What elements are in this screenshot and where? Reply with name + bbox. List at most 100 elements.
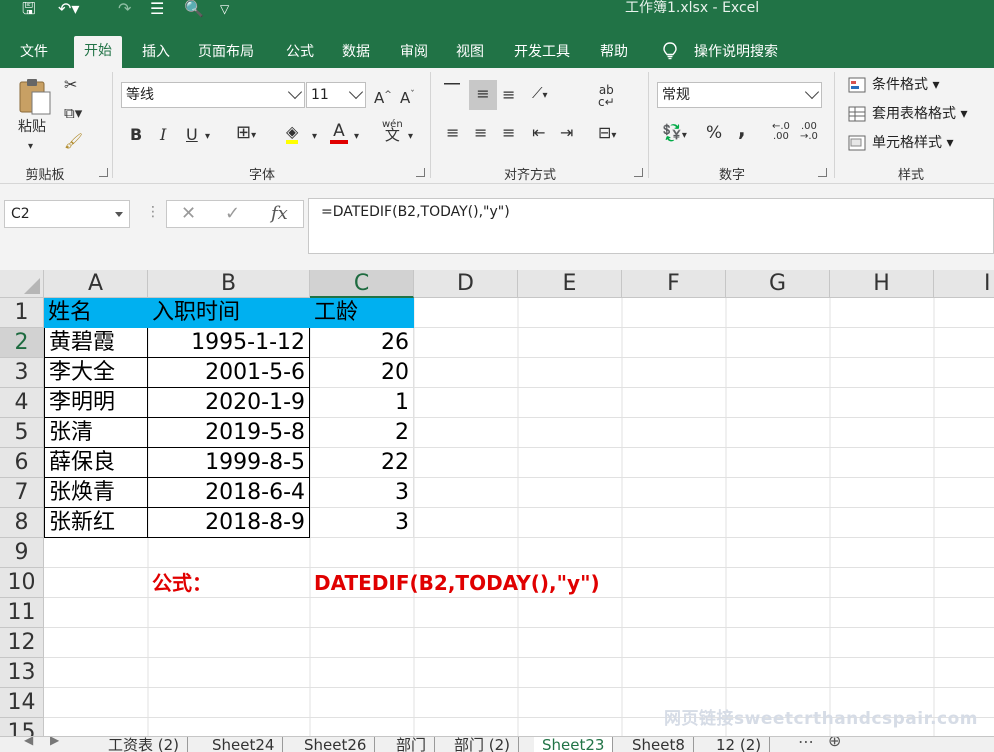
row-header-4[interactable]: 4 bbox=[0, 388, 44, 418]
borders-icon[interactable]: ⊞▾ bbox=[236, 124, 256, 145]
phonetic-dropdown-icon[interactable]: ▾ bbox=[408, 128, 413, 146]
drag-handle-icon[interactable]: ⋮ bbox=[146, 204, 160, 220]
increase-font-icon[interactable]: A^ bbox=[374, 86, 392, 107]
row-header-14[interactable]: 14 bbox=[0, 688, 44, 718]
format-as-table-button[interactable]: 套用表格格式 ▾ bbox=[846, 103, 967, 125]
cell-c8[interactable]: 3 bbox=[310, 508, 414, 538]
row-header-12[interactable]: 12 bbox=[0, 628, 44, 658]
insert-function-icon[interactable]: fx bbox=[271, 203, 288, 224]
sheet-tab-sheet24[interactable]: Sheet24 bbox=[204, 737, 284, 752]
increase-decimal-icon[interactable]: ←.0.00 bbox=[772, 122, 790, 142]
column-header-b[interactable]: B bbox=[148, 270, 310, 298]
cell-c4[interactable]: 1 bbox=[310, 388, 414, 418]
tab-help[interactable]: 帮助 bbox=[590, 38, 638, 68]
wrap-text-icon[interactable]: ab c↵ bbox=[598, 84, 615, 108]
tab-review[interactable]: 审阅 bbox=[390, 38, 438, 68]
column-header-c[interactable]: C bbox=[310, 270, 414, 298]
row-header-11[interactable]: 11 bbox=[0, 598, 44, 628]
font-color-dropdown-icon[interactable]: ▾ bbox=[354, 128, 359, 146]
phonetic-icon[interactable]: wén 文 bbox=[382, 120, 403, 143]
italic-button[interactable]: I bbox=[160, 126, 166, 144]
cell-b2[interactable]: 1995-1-12 bbox=[148, 328, 310, 358]
cell-a4[interactable]: 李明明 bbox=[44, 388, 148, 418]
tab-developer[interactable]: 开发工具 bbox=[504, 38, 580, 68]
decrease-font-icon[interactable]: Aˇ bbox=[400, 86, 415, 107]
format-painter-icon[interactable]: 🖌 bbox=[64, 132, 83, 150]
underline-button[interactable]: U bbox=[186, 126, 198, 144]
cell-styles-button[interactable]: 单元格样式 ▾ bbox=[846, 132, 953, 154]
name-box[interactable]: C2 bbox=[4, 200, 130, 228]
row-header-1[interactable]: 1 bbox=[0, 298, 44, 328]
cell-a3[interactable]: 李大全 bbox=[44, 358, 148, 388]
align-center-icon[interactable]: ≡ bbox=[474, 124, 487, 142]
select-all-button[interactable] bbox=[0, 270, 44, 298]
row-header-8[interactable]: 8 bbox=[0, 508, 44, 538]
cell-b4[interactable]: 2020-1-9 bbox=[148, 388, 310, 418]
column-header-a[interactable]: A bbox=[44, 270, 148, 298]
cell-a5[interactable]: 张清 bbox=[44, 418, 148, 448]
enter-icon[interactable]: ✓ bbox=[225, 203, 240, 224]
save-icon[interactable]: 🖫 bbox=[22, 0, 36, 20]
cell-c10[interactable]: DATEDIF(B2,TODAY(),"y") bbox=[310, 568, 600, 598]
row-header-10[interactable]: 10 bbox=[0, 568, 44, 598]
tell-me-search[interactable]: 操作说明搜索 bbox=[684, 38, 788, 68]
column-header-h[interactable]: H bbox=[830, 270, 934, 298]
cell-b6[interactable]: 1999-8-5 bbox=[148, 448, 310, 478]
tab-data[interactable]: 数据 bbox=[332, 38, 380, 68]
add-sheet-icon[interactable]: ⊕ bbox=[828, 737, 841, 750]
column-header-d[interactable]: D bbox=[414, 270, 518, 298]
accounting-format-icon[interactable]: 💱▾ bbox=[662, 124, 687, 145]
align-middle-icon[interactable]: ≡ bbox=[469, 80, 497, 110]
sheet-tab-sheet26[interactable]: Sheet26 bbox=[296, 737, 376, 752]
cell-b1[interactable]: 入职时间 bbox=[148, 298, 310, 328]
merge-center-icon[interactable]: ⊟▾ bbox=[598, 124, 616, 145]
underline-dropdown-icon[interactable]: ▾ bbox=[205, 128, 210, 146]
tab-insert[interactable]: 插入 bbox=[132, 38, 180, 68]
bold-button[interactable]: B bbox=[130, 126, 142, 144]
tab-view[interactable]: 视图 bbox=[446, 38, 494, 68]
conditional-formatting-button[interactable]: 条件格式 ▾ bbox=[846, 74, 939, 96]
align-bottom-icon[interactable]: ≡ bbox=[502, 86, 515, 104]
more-sheets-icon[interactable]: ⋯ bbox=[798, 737, 814, 751]
align-left-icon[interactable]: ≡ bbox=[446, 124, 459, 142]
percent-button[interactable]: % bbox=[706, 124, 722, 142]
row-header-3[interactable]: 3 bbox=[0, 358, 44, 388]
row-header-13[interactable]: 13 bbox=[0, 658, 44, 688]
cell-a7[interactable]: 张焕青 bbox=[44, 478, 148, 508]
tab-file[interactable]: 文件 bbox=[10, 38, 58, 68]
formula-input[interactable]: =DATEDIF(B2,TODAY(),"y") bbox=[308, 198, 994, 254]
decrease-indent-icon[interactable]: ⇤ bbox=[532, 124, 545, 142]
font-color-icon[interactable]: A bbox=[330, 122, 348, 144]
scroll-sheets-left-icon[interactable]: ◀ bbox=[24, 737, 33, 747]
cell-c3[interactable]: 20 bbox=[310, 358, 414, 388]
cell-c6[interactable]: 22 bbox=[310, 448, 414, 478]
tab-page-layout[interactable]: 页面布局 bbox=[188, 38, 264, 68]
touch-mode-icon[interactable]: ☰ bbox=[150, 0, 164, 20]
sheet-tab-salary-2[interactable]: 工资表 (2) bbox=[100, 737, 189, 752]
align-top-icon[interactable]: ⎺ bbox=[444, 82, 460, 100]
sheet-tab-sheet8[interactable]: Sheet8 bbox=[624, 737, 694, 752]
customize-toolbar-icon[interactable]: ▽ bbox=[220, 0, 229, 20]
fill-color-dropdown-icon[interactable]: ▾ bbox=[312, 128, 317, 146]
cell-c7[interactable]: 3 bbox=[310, 478, 414, 508]
cell-a2[interactable]: 黄碧霞 bbox=[44, 328, 148, 358]
column-header-g[interactable]: G bbox=[726, 270, 830, 298]
font-size-combo[interactable]: 11 bbox=[306, 82, 366, 108]
paste-dropdown-icon[interactable]: ▾ bbox=[28, 138, 33, 156]
orientation-icon[interactable]: ⟋▾ bbox=[532, 84, 548, 105]
number-launcher-icon[interactable] bbox=[818, 168, 827, 177]
row-header-7[interactable]: 7 bbox=[0, 478, 44, 508]
fill-color-icon[interactable]: ◈ bbox=[286, 124, 299, 144]
cell-a1[interactable]: 姓名 bbox=[44, 298, 148, 328]
sheet-tab-sheet23[interactable]: Sheet23 bbox=[534, 737, 614, 752]
column-header-f[interactable]: F bbox=[622, 270, 726, 298]
name-box-dropdown-icon[interactable] bbox=[115, 212, 123, 217]
font-name-combo[interactable]: 等线 bbox=[121, 82, 305, 108]
cut-icon[interactable]: ✂ bbox=[64, 76, 77, 94]
cell-c1[interactable]: 工龄 bbox=[310, 298, 414, 328]
print-preview-icon[interactable]: 🔍 bbox=[184, 0, 204, 20]
cell-c5[interactable]: 2 bbox=[310, 418, 414, 448]
cancel-icon[interactable]: ✕ bbox=[181, 203, 196, 224]
row-header-5[interactable]: 5 bbox=[0, 418, 44, 448]
cell-a6[interactable]: 薛保良 bbox=[44, 448, 148, 478]
